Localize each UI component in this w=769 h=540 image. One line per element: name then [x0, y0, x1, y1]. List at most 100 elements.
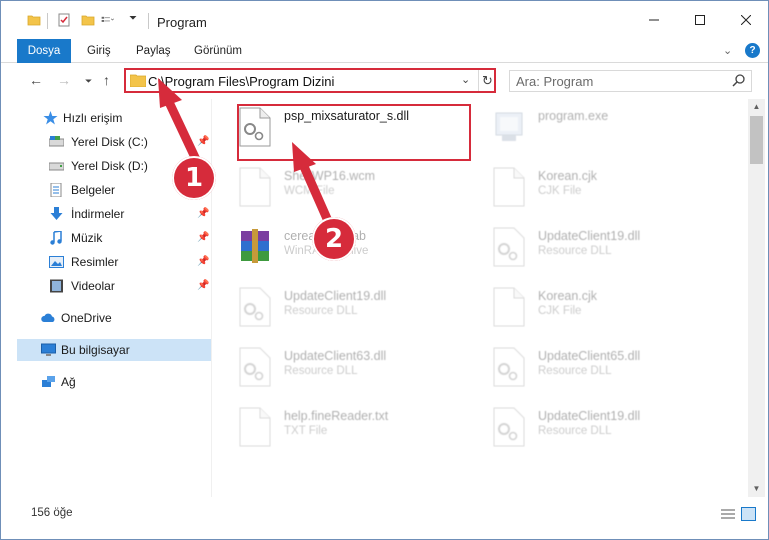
recent-locations-icon[interactable]: ⏷ [85, 76, 92, 87]
archive-icon [241, 229, 269, 263]
window-title: Program [157, 15, 207, 30]
file-type: CJK File [538, 305, 582, 317]
close-button[interactable] [723, 1, 769, 39]
exe-icon [495, 112, 523, 141]
file-icon [493, 167, 525, 207]
sidebar-item-quick-access[interactable]: Hızlı erişim [17, 107, 211, 129]
address-bar[interactable]: C:\Program Files\Program Dizini ⌄ ↻ [124, 68, 496, 93]
music-icon [50, 231, 62, 245]
sidebar-item-local-disk-c[interactable]: Yerel Disk (C:) 📌 [17, 131, 211, 153]
navigation-bar: ← → ⏷ ↑ C:\Program Files\Program Dizini … [1, 63, 768, 97]
star-icon [43, 111, 58, 125]
pin-icon[interactable]: 📌 [197, 203, 209, 225]
file-name: Korean.cjk [538, 169, 598, 183]
refresh-icon[interactable]: ↻ [478, 70, 496, 91]
file-type: Resource DLL [538, 425, 612, 437]
new-folder-icon[interactable] [81, 13, 95, 27]
tab-view[interactable]: Görünüm [186, 39, 250, 63]
close-icon [741, 15, 751, 25]
folder-icon [130, 74, 146, 87]
pictures-icon [49, 256, 64, 268]
dll-icon [239, 347, 271, 387]
documents-icon [50, 183, 62, 197]
ribbon: Dosya Giriş Paylaş Görünüm ⌄ ? [1, 39, 768, 63]
item-count: 156 öğe [31, 507, 73, 519]
dll-icon [493, 407, 525, 447]
quick-access-dropdown-icon[interactable]: ⏷ [129, 13, 137, 24]
sidebar-item-label: Hızlı erişim [63, 111, 123, 125]
file-name: UpdateClient19.dll [538, 409, 641, 423]
cloud-icon [41, 313, 55, 322]
drive-icon [49, 136, 64, 147]
file-item[interactable]: help.fineReader.txt TXT File [212, 399, 452, 453]
step-2-badge: 2 [312, 217, 356, 261]
file-name: program.exe [538, 109, 609, 123]
sidebar-item-label: Ağ [61, 375, 76, 389]
sidebar-item-videos[interactable]: Videolar 📌 [17, 275, 211, 297]
sidebar-item-label: Yerel Disk (D:) [71, 159, 148, 173]
sidebar-item-pictures[interactable]: Resimler 📌 [17, 251, 211, 273]
drive-icon [49, 162, 64, 171]
minimize-button[interactable] [631, 1, 677, 39]
file-item[interactable]: Korean.cjk CJK File [466, 279, 706, 333]
sidebar-item-downloads[interactable]: İndirmeler 📌 [17, 203, 211, 225]
large-icons-view-icon[interactable] [741, 507, 756, 521]
file-item[interactable]: UpdateClient65.dll Resource DLL [466, 339, 706, 393]
forward-arrow-icon[interactable]: → [57, 72, 71, 88]
file-type: Resource DLL [538, 245, 612, 257]
file-name: help.fineReader.txt [284, 409, 389, 423]
up-arrow-icon[interactable]: ↑ [103, 72, 110, 88]
tab-file[interactable]: Dosya [17, 39, 71, 63]
file-type: CJK File [538, 185, 582, 197]
help-icon[interactable]: ? [745, 43, 760, 58]
scroll-up-icon[interactable]: ▲ [748, 99, 765, 115]
pin-icon[interactable]: 📌 [197, 227, 209, 249]
tab-share[interactable]: Paylaş [128, 39, 179, 63]
file-name: UpdateClient19.dll [284, 289, 387, 303]
details-view-icon[interactable] [721, 509, 735, 520]
vertical-scrollbar[interactable]: ▲ ▼ [748, 99, 765, 497]
file-icon [239, 407, 271, 447]
file-item[interactable]: UpdateClient63.dll Resource DLL [212, 339, 452, 393]
file-item[interactable]: UpdateClient19.dll Resource DLL [466, 219, 706, 273]
sidebar-item-onedrive[interactable]: OneDrive [17, 307, 211, 329]
sidebar-item-this-pc[interactable]: Bu bilgisayar [17, 339, 211, 361]
file-item[interactable]: UpdateClient19.dll Resource DLL [466, 399, 706, 453]
file-item[interactable]: UpdateClient19.dll Resource DLL [212, 279, 452, 333]
search-icon[interactable] [732, 74, 745, 87]
address-path[interactable]: C:\Program Files\Program Dizini [148, 74, 334, 89]
file-name: UpdateClient65.dll [538, 349, 641, 363]
sidebar-item-label: Videolar [71, 279, 115, 293]
pin-icon[interactable]: 📌 [197, 251, 209, 273]
sidebar-item-label: OneDrive [61, 311, 112, 325]
file-item[interactable]: program.exe [466, 99, 706, 153]
chevron-down-icon[interactable]: ⌄ [723, 44, 732, 57]
back-arrow-icon[interactable]: ← [29, 72, 43, 88]
file-item[interactable]: ShellWP16.wcm WCM File [212, 159, 452, 213]
file-type: WCM File [284, 185, 335, 197]
view-toggle-icon[interactable] [101, 13, 115, 27]
status-bar: 156 öğe [1, 501, 768, 527]
videos-icon [50, 279, 63, 293]
properties-icon[interactable] [57, 13, 71, 27]
file-name: UpdateClient63.dll [284, 349, 387, 363]
sidebar-item-label: Yerel Disk (C:) [71, 135, 148, 149]
scroll-down-icon[interactable]: ▼ [748, 481, 765, 497]
dll-icon [493, 347, 525, 387]
search-input[interactable]: Ara: Program [509, 70, 752, 92]
sidebar-item-label: Belgeler [71, 183, 116, 197]
file-type: Resource DLL [284, 365, 358, 377]
sidebar-item-network[interactable]: Ağ [17, 371, 211, 393]
pin-icon[interactable]: 📌 [197, 131, 209, 153]
sidebar-item-music[interactable]: Müzik 📌 [17, 227, 211, 249]
pin-icon[interactable]: 📌 [197, 275, 209, 297]
scroll-thumb[interactable] [750, 116, 763, 164]
address-dropdown-icon[interactable]: ⌄ [461, 73, 470, 86]
file-name: UpdateClient19.dll [538, 229, 641, 243]
folder-icon[interactable] [27, 13, 41, 27]
file-icon [493, 287, 525, 327]
maximize-button[interactable] [677, 1, 723, 39]
file-item[interactable]: Korean.cjk CJK File [466, 159, 706, 213]
tab-home[interactable]: Giriş [79, 39, 119, 63]
target-file-highlight [237, 104, 471, 161]
